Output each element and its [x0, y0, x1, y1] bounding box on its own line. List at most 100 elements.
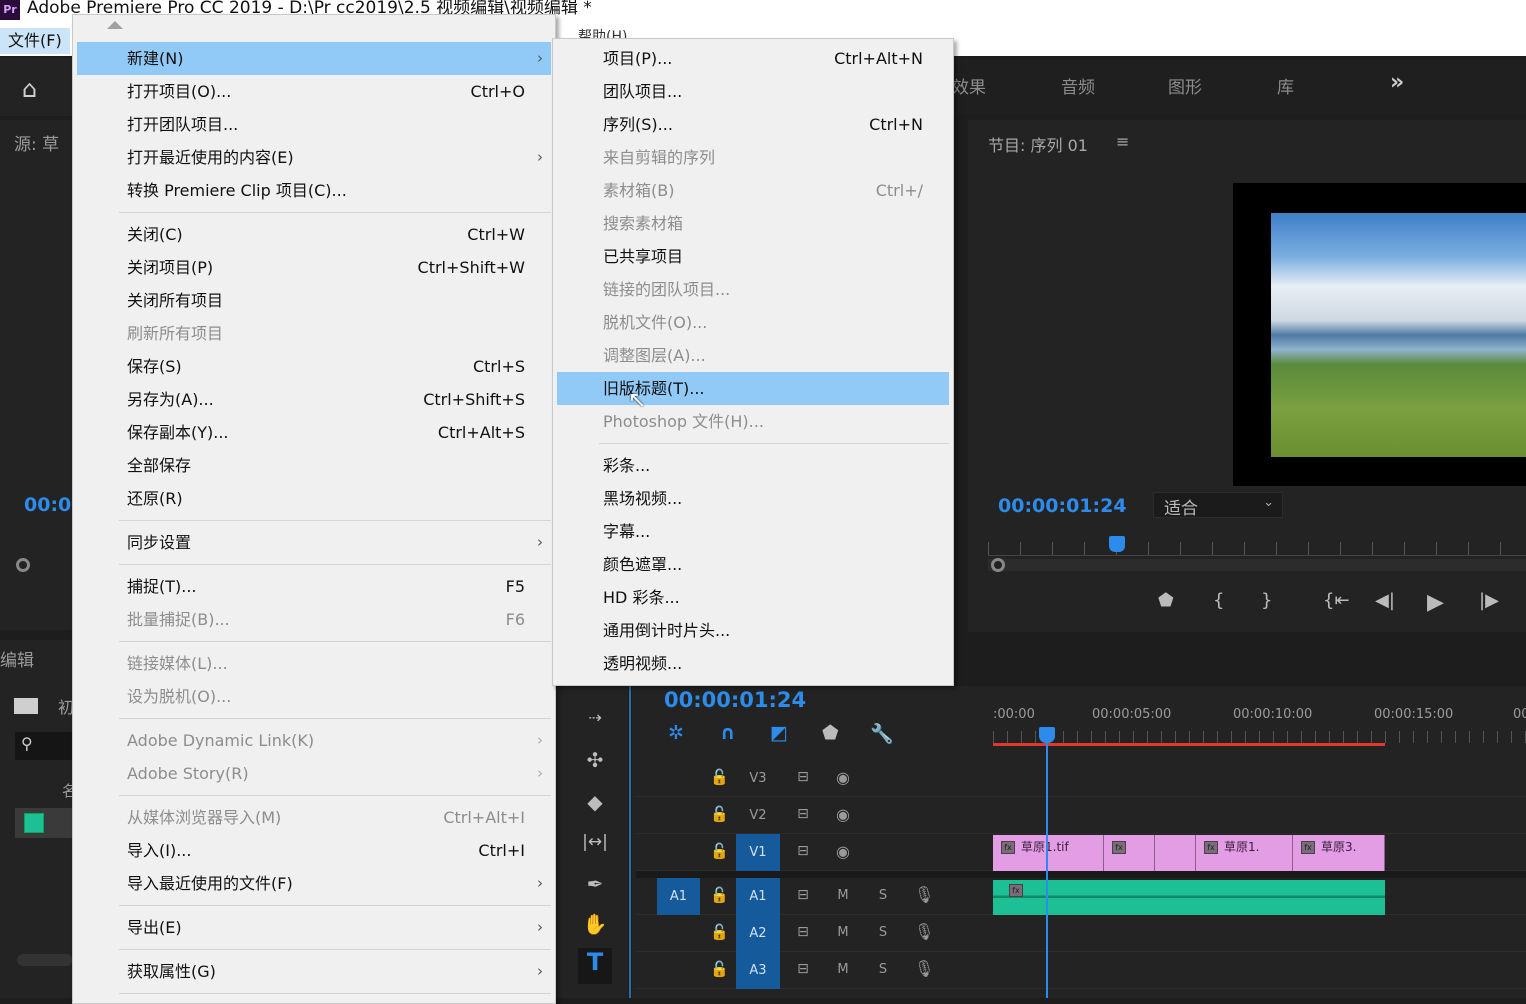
mute-button[interactable]: M — [834, 888, 852, 903]
mark-out-icon[interactable]: } — [1261, 590, 1323, 615]
new-menu-item-旧版标题[interactable]: 旧版标题(T)... — [557, 372, 949, 405]
file-menu-item-捕捉[interactable]: 捕捉(T)... F5 — [77, 570, 551, 603]
video-clip[interactable]: fx 草原1. — [1196, 835, 1293, 871]
sync-lock-icon[interactable]: ⊟ — [792, 887, 814, 903]
nest-icon[interactable]: ✲ — [668, 722, 720, 745]
new-menu-item-搜索素材箱[interactable]: 搜索素材箱 — [557, 207, 949, 240]
work-area-bar[interactable] — [993, 743, 1385, 746]
new-menu-item-黑场视频[interactable]: 黑场视频... — [557, 482, 949, 515]
sync-lock-icon[interactable]: ⊟ — [792, 924, 814, 940]
track-target-a2[interactable]: A2 — [736, 915, 780, 952]
file-menu-item-新建[interactable]: 新建(N) › — [77, 42, 551, 75]
new-menu-item-photoshop-文件[interactable]: Photoshop 文件(H)... — [557, 405, 949, 438]
lock-icon[interactable]: 🔓 — [710, 805, 729, 823]
file-menu-item-关闭[interactable]: 关闭(C) Ctrl+W — [77, 218, 551, 251]
sync-lock-icon[interactable]: ⊟ — [792, 961, 814, 977]
file-menu-item-关闭项目[interactable]: 关闭项目(P) Ctrl+Shift+W — [77, 251, 551, 284]
new-menu-item-团队项目[interactable]: 团队项目... — [557, 75, 949, 108]
file-menu-item-批量捕捉[interactable]: 批量捕捉(B)... F6 — [77, 603, 551, 636]
new-menu-item-序列[interactable]: 序列(S)... Ctrl+N — [557, 108, 949, 141]
mute-button[interactable]: M — [834, 925, 852, 940]
source-patch-a1[interactable]: A1 — [657, 878, 700, 915]
program-timecode[interactable]: 00:00:01:24 — [998, 495, 1127, 517]
workspace-tab-audio[interactable]: 音频 — [1061, 73, 1095, 98]
new-menu-item-已共享项目[interactable]: 已共享项目 — [557, 240, 949, 273]
new-menu-item-来自剪辑的序列[interactable]: 来自剪辑的序列 — [557, 141, 949, 174]
eye-icon[interactable]: ◉ — [832, 842, 854, 861]
voiceover-mic-icon[interactable]: 🎙 — [914, 885, 934, 904]
new-menu-item-通用倒计时片头[interactable]: 通用倒计时片头... — [557, 614, 949, 647]
video-clip[interactable]: fx — [1104, 835, 1155, 871]
file-menu-item-从媒体浏览器导入[interactable]: 从媒体浏览器导入(M) Ctrl+Alt+I — [77, 801, 551, 834]
lock-icon[interactable]: 🔓 — [710, 960, 729, 978]
file-menu-item-导入最近使用的文件[interactable]: 导入最近使用的文件(F) › — [77, 867, 551, 900]
track-select-icon[interactable]: ⇢ — [580, 708, 610, 727]
menu-file[interactable]: 文件(F) — [0, 28, 70, 54]
file-menu-item-打开最近使用的内容[interactable]: 打开最近使用的内容(E) › — [77, 141, 551, 174]
track-target-a3[interactable]: A3 — [736, 952, 780, 989]
new-menu-item-链接的团队项目[interactable]: 链接的团队项目... — [557, 273, 949, 306]
program-playhead[interactable] — [1109, 536, 1126, 552]
new-menu-item-脱机文件[interactable]: 脱机文件(O)... — [557, 306, 949, 339]
file-menu-item-关闭所有项目[interactable]: 关闭所有项目 — [77, 284, 551, 317]
new-menu-item-hd-彩条[interactable]: HD 彩条... — [557, 581, 949, 614]
file-menu-item-设为脱机[interactable]: 设为脱机(O)... — [77, 680, 551, 713]
slip-icon[interactable]: |↔| — [580, 832, 610, 852]
linked-selection-icon[interactable]: ◩ — [770, 722, 822, 745]
new-menu-item-颜色遮罩[interactable]: 颜色遮罩... — [557, 548, 949, 581]
lock-icon[interactable]: 🔓 — [710, 768, 729, 786]
file-menu-item-另存为[interactable]: 另存为(A)... Ctrl+Shift+S — [77, 383, 551, 416]
scroll-up-arrow-icon[interactable] — [107, 21, 123, 29]
track-target-v1[interactable]: V1 — [736, 834, 780, 871]
step-back-icon[interactable]: ◀| — [1375, 590, 1427, 615]
file-menu-item-保存[interactable]: 保存(S) Ctrl+S — [77, 350, 551, 383]
sync-lock-icon[interactable]: ⊟ — [792, 769, 814, 785]
project-item-row[interactable] — [15, 808, 72, 838]
file-menu-item-获取属性[interactable]: 获取属性(G) › — [77, 955, 551, 988]
file-menu-item-导出[interactable]: 导出(E) › — [77, 911, 551, 944]
file-menu-item-全部保存[interactable]: 全部保存 — [77, 449, 551, 482]
zoom-handle[interactable] — [991, 558, 1005, 572]
new-menu-item-项目[interactable]: 项目(P)... Ctrl+Alt+N — [557, 42, 949, 75]
folder-up-icon[interactable] — [14, 698, 38, 714]
timeline-timecode[interactable]: 00:00:01:24 — [664, 688, 806, 712]
timeline-ruler[interactable]: :00:00 00:00:05:00 00:00:10:00 00:00:15:… — [993, 705, 1526, 755]
source-panel-title[interactable]: 源: 草 — [14, 130, 59, 155]
new-menu-item-素材箱[interactable]: 素材箱(B) Ctrl+/ — [557, 174, 949, 207]
file-menu-item-打开团队项目[interactable]: 打开团队项目... — [77, 108, 551, 141]
voiceover-mic-icon[interactable]: 🎙 — [914, 959, 934, 978]
eye-icon[interactable]: ◉ — [832, 768, 854, 787]
lock-icon[interactable]: 🔓 — [710, 886, 729, 904]
file-menu-item-adobe-story[interactable]: Adobe Story(R) › — [77, 757, 551, 790]
track-target-a1[interactable]: A1 — [736, 878, 780, 915]
file-menu-item-adobe-dynamic-link[interactable]: Adobe Dynamic Link(K) › — [77, 724, 551, 757]
razor-icon[interactable]: ◆ — [580, 790, 610, 814]
file-menu-item-刷新所有项目[interactable]: 刷新所有项目 — [77, 317, 551, 350]
project-scrollbar[interactable] — [17, 954, 72, 966]
workspace-tab-graphics[interactable]: 图形 — [1168, 73, 1202, 98]
project-panel-title[interactable]: 编辑 — [0, 646, 34, 671]
new-menu-item-透明视频[interactable]: 透明视频... — [557, 647, 949, 680]
add-marker-icon[interactable]: ⬟ — [822, 722, 870, 745]
wrench-icon[interactable]: 🔧 — [870, 722, 910, 745]
more-workspaces-button[interactable]: » — [1390, 70, 1404, 95]
new-menu-item-字幕[interactable]: 字幕... — [557, 515, 949, 548]
video-clip[interactable] — [1155, 835, 1196, 871]
mark-in-icon[interactable]: { — [1213, 590, 1261, 615]
file-menu-item-转换-premiere-clip-项目[interactable]: 转换 Premiere Clip 项目(C)... — [77, 174, 551, 207]
fit-dropdown[interactable]: 适合 ⌄ — [1153, 492, 1283, 519]
sync-lock-icon[interactable]: ⊟ — [792, 843, 814, 859]
play-icon[interactable]: ▶ — [1427, 590, 1479, 615]
solo-button[interactable]: S — [874, 925, 892, 940]
track-target-v2[interactable]: V2 — [736, 797, 780, 834]
file-menu-item-同步设置[interactable]: 同步设置 › — [77, 526, 551, 559]
add-marker-icon[interactable]: ⬟ — [1158, 590, 1213, 615]
step-forward-icon[interactable]: |▶ — [1479, 590, 1519, 615]
new-menu-item-调整图层[interactable]: 调整图层(A)... — [557, 339, 949, 372]
ripple-edit-icon[interactable]: ✣ — [580, 748, 610, 772]
file-menu-item-打开项目[interactable]: 打开项目(O)... Ctrl+O — [77, 75, 551, 108]
program-ruler[interactable] — [988, 542, 1526, 556]
hand-icon[interactable]: ✋ — [580, 912, 610, 936]
type-tool-icon[interactable]: T — [578, 948, 612, 984]
source-timecode[interactable]: 00:0 — [24, 494, 71, 516]
